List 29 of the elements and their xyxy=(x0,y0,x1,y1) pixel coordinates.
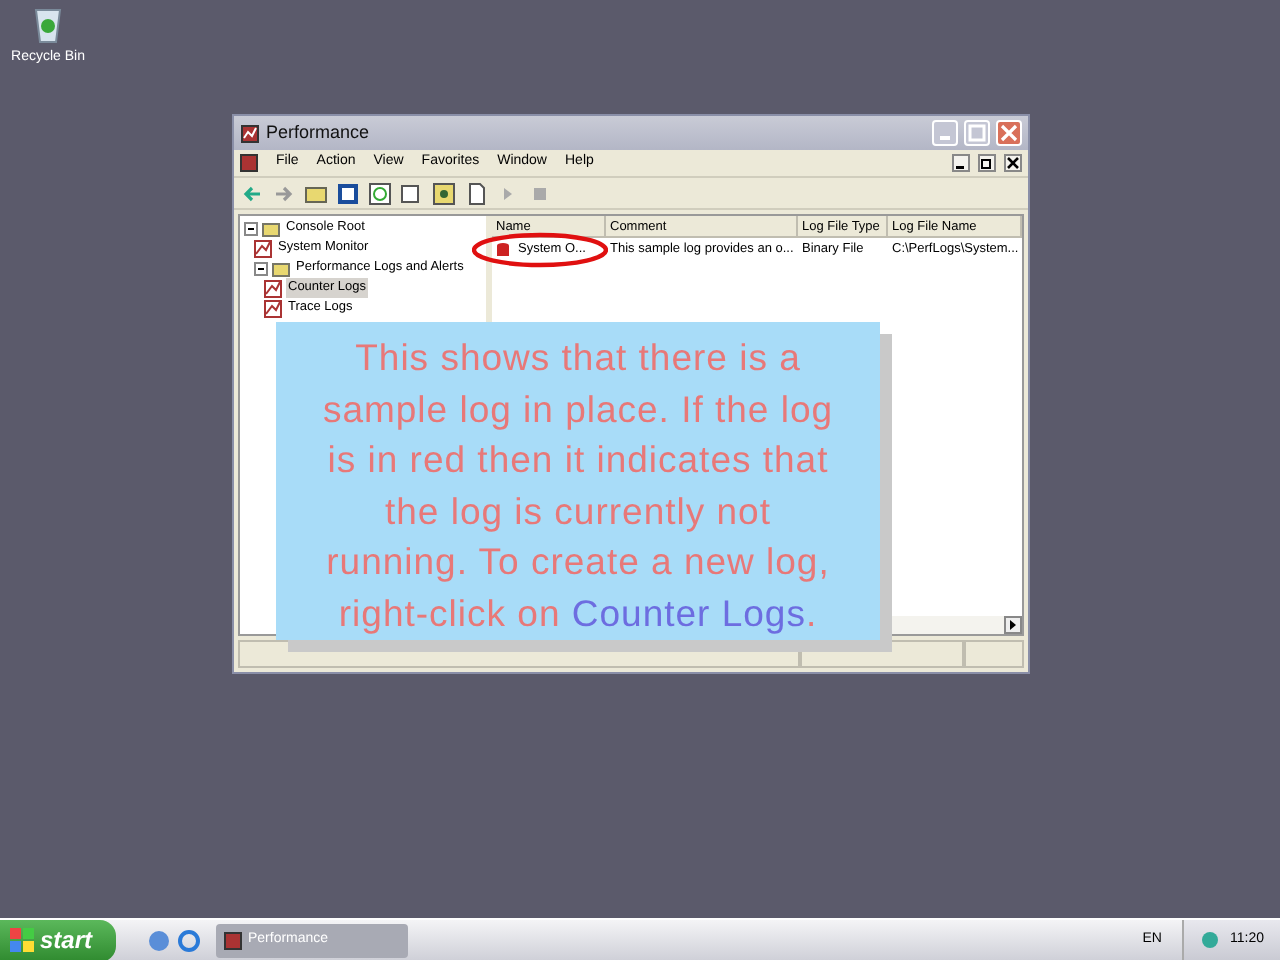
folder-icon xyxy=(272,259,290,277)
close-icon xyxy=(998,122,1020,144)
browser-icon[interactable] xyxy=(178,929,200,951)
log-icon xyxy=(264,299,282,317)
log-icon xyxy=(264,279,282,297)
close-button[interactable] xyxy=(1004,154,1022,172)
log-icon xyxy=(254,239,272,257)
windows-logo-icon xyxy=(10,928,34,952)
collapse-icon[interactable] xyxy=(244,221,258,235)
app-icon xyxy=(240,154,258,172)
panel-icon[interactable] xyxy=(336,181,360,205)
collapse-icon[interactable] xyxy=(254,261,268,275)
restore-button[interactable] xyxy=(978,154,996,172)
export-list-icon[interactable] xyxy=(400,181,424,205)
app-icon xyxy=(224,931,242,949)
globe-icon[interactable] xyxy=(148,929,170,951)
maximize-icon xyxy=(966,122,988,144)
app-icon xyxy=(240,123,260,143)
new-document-icon[interactable] xyxy=(464,181,488,205)
minimize-button[interactable] xyxy=(952,154,970,172)
callout-text: This shows that there is a sample log in place. If the log is in red then it indicates that the log is currently not running. To create a new log, right-click on Counter Logs. xyxy=(276,322,880,640)
minimize-icon xyxy=(940,136,950,140)
folder-up-icon[interactable] xyxy=(304,181,328,205)
recycle-bin-icon[interactable] xyxy=(30,4,66,44)
window-title: Performance xyxy=(266,119,372,146)
refresh-icon[interactable] xyxy=(368,181,392,205)
scroll-right-icon[interactable] xyxy=(1004,616,1022,634)
help-icon[interactable] xyxy=(432,181,456,205)
folder-icon xyxy=(262,219,280,237)
